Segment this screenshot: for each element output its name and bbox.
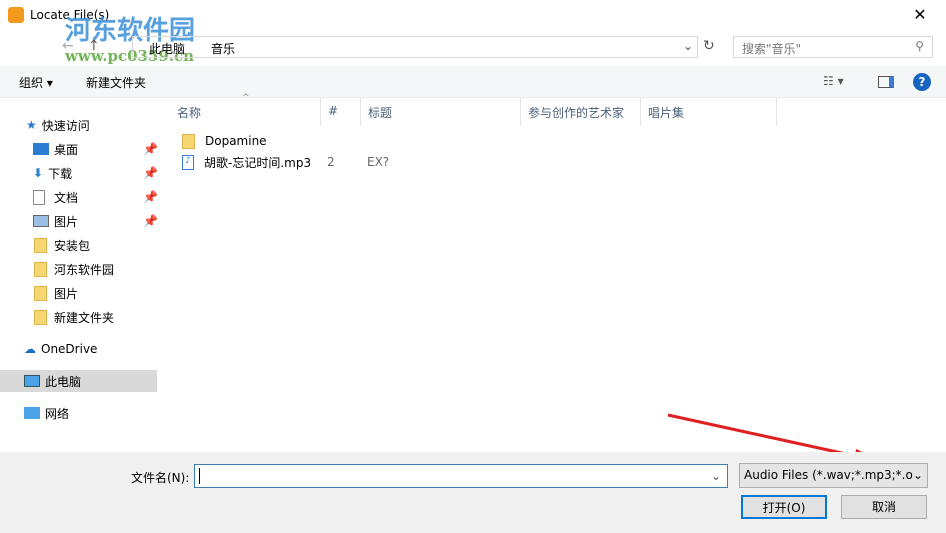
sidebar-item-label: 河东软件园 xyxy=(54,262,115,277)
star-icon: ★ xyxy=(26,118,37,132)
file-type-filter[interactable]: Audio Files (*.wav;*.mp3;*.og ⌄ xyxy=(739,463,928,488)
pin-icon[interactable]: 📌 xyxy=(143,142,158,156)
search-icon: ⚲ xyxy=(915,39,924,53)
toolbar: 组织 ▾ 新建文件夹 ☷ ▾ ? xyxy=(0,66,946,98)
sidebar-item-label: OneDrive xyxy=(41,342,98,356)
preview-pane-icon[interactable] xyxy=(878,76,894,88)
pin-icon[interactable]: 📌 xyxy=(143,190,158,204)
document-icon xyxy=(33,189,45,205)
organize-button[interactable]: 组织 ▾ xyxy=(19,74,53,91)
file-name: Dopamine xyxy=(205,134,267,148)
sidebar-item-label: 安装包 xyxy=(54,238,91,253)
back-button[interactable]: ← xyxy=(62,38,74,54)
sidebar-item-label: 网络 xyxy=(45,406,70,421)
sidebar-item-folder[interactable]: 安装包 xyxy=(0,234,157,256)
cancel-button[interactable]: 取消 xyxy=(841,495,927,519)
sidebar-item-network[interactable]: 网络 xyxy=(0,402,157,424)
search-placeholder: 搜索"音乐" xyxy=(742,42,802,56)
column-header-name[interactable]: 名称 xyxy=(170,98,321,126)
sidebar-item-downloads[interactable]: ⬇ 下载 📌 xyxy=(0,162,158,184)
sidebar-item-label: 快速访问 xyxy=(41,118,90,133)
sidebar-item-label: 文档 xyxy=(54,190,79,205)
sidebar-item-folder[interactable]: 河东软件园 xyxy=(0,258,157,280)
refresh-button[interactable]: ↻ xyxy=(703,38,715,54)
picture-icon xyxy=(33,215,49,227)
network-icon xyxy=(24,407,40,419)
new-folder-button[interactable]: 新建文件夹 xyxy=(86,74,146,91)
filter-value: Audio Files (*.wav;*.mp3;*.og xyxy=(744,468,921,482)
open-button[interactable]: 打开(O) xyxy=(741,495,827,519)
sidebar-item-quick-access[interactable]: ★ 快速访问 xyxy=(0,114,157,136)
folder-icon xyxy=(34,237,47,253)
chevron-down-icon[interactable]: ⌄ xyxy=(711,469,721,483)
sidebar-item-label: 图片 xyxy=(54,286,79,301)
folder-icon xyxy=(182,133,195,149)
column-header-title[interactable]: 标题 xyxy=(361,98,521,126)
chevron-down-icon: ⌄ xyxy=(912,468,923,482)
sidebar-item-label: 下载 xyxy=(48,166,73,181)
column-header-number[interactable]: # xyxy=(321,98,361,126)
pin-icon[interactable]: 📌 xyxy=(143,166,158,180)
pin-icon[interactable]: 📌 xyxy=(143,214,158,228)
column-header-artist[interactable]: 参与创作的艺术家 xyxy=(521,98,641,126)
breadcrumb-this-pc[interactable]: 此电脑 xyxy=(149,40,185,57)
file-number: 2 xyxy=(327,155,335,169)
folder-icon xyxy=(34,261,47,277)
help-icon[interactable]: ? xyxy=(913,73,931,91)
file-row[interactable]: Dopamine xyxy=(176,130,267,152)
sidebar-item-label: 此电脑 xyxy=(45,374,82,389)
column-header-album[interactable]: 唱片集 xyxy=(641,98,777,126)
computer-icon xyxy=(24,375,40,387)
sidebar-item-desktop[interactable]: 桌面 📌 xyxy=(0,138,158,160)
sidebar-item-label: 新建文件夹 xyxy=(54,310,115,325)
up-button[interactable]: ↑ xyxy=(88,38,100,54)
sidebar-item-onedrive[interactable]: ☁ OneDrive xyxy=(0,338,157,360)
address-dropdown[interactable]: ⌄ xyxy=(683,39,693,53)
file-row[interactable]: ♪ 胡歌-忘记时间.mp3 2 EX? xyxy=(176,151,389,173)
sidebar-item-folder[interactable]: 新建文件夹 xyxy=(0,306,157,328)
search-input[interactable]: 搜索"音乐" ⚲ xyxy=(733,36,933,58)
close-button[interactable]: ✕ xyxy=(900,2,940,28)
download-icon: ⬇ xyxy=(33,166,44,180)
sidebar-item-this-pc[interactable]: 此电脑 xyxy=(0,370,157,392)
navigation-pane: ★ 快速访问 桌面 📌 ⬇ 下载 📌 文档 📌 图片 📌 安装包 河东软件园 图片 新建文件… xyxy=(0,98,160,452)
desktop-icon xyxy=(33,143,49,155)
file-name: 胡歌-忘记时间.mp3 xyxy=(204,155,312,170)
filename-label: 文件名(N): xyxy=(131,471,190,485)
sidebar-item-label: 图片 xyxy=(54,214,79,229)
breadcrumb-music[interactable]: 音乐 xyxy=(211,40,235,57)
folder-icon xyxy=(34,285,47,301)
sidebar-item-pictures[interactable]: 图片 📌 xyxy=(0,210,158,232)
sidebar-item-documents[interactable]: 文档 📌 xyxy=(0,186,158,208)
filename-input[interactable]: ⌄ xyxy=(194,464,728,488)
view-options-icon[interactable]: ☷ ▾ xyxy=(823,74,844,88)
bottom-panel: 文件名(N): ⌄ Audio Files (*.wav;*.mp3;*.og ⌄… xyxy=(0,452,946,533)
cloud-icon: ☁ xyxy=(24,342,36,356)
sidebar-item-folder[interactable]: 图片 xyxy=(0,282,157,304)
address-bar[interactable]: 此电脑 音乐 ⌄ xyxy=(132,36,698,58)
file-title: EX? xyxy=(367,155,390,169)
text-cursor xyxy=(199,468,200,484)
audio-file-icon: ♪ xyxy=(182,154,194,170)
sidebar-item-label: 桌面 xyxy=(54,142,79,157)
folder-icon xyxy=(34,309,47,325)
